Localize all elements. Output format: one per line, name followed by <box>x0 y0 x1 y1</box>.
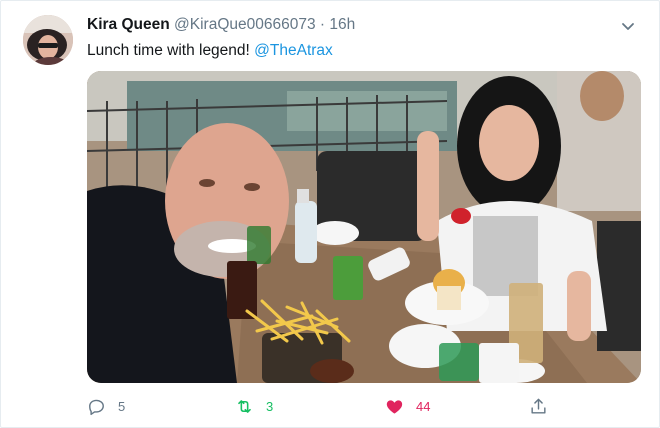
retweet-count: 3 <box>266 398 274 414</box>
author-name[interactable]: Kira Queen <box>87 16 170 33</box>
tweet-card: Kira Queen @KiraQue00666073 · 16h Lunch … <box>0 0 660 428</box>
reply-icon <box>89 399 104 415</box>
share-icon <box>531 398 546 414</box>
retweet-button[interactable]: 3 <box>235 394 273 418</box>
reply-button[interactable]: 5 <box>87 394 125 418</box>
heart-icon <box>386 399 403 414</box>
mention-link[interactable]: @TheAtrax <box>254 42 333 59</box>
avatar[interactable] <box>23 15 73 65</box>
reply-count: 5 <box>118 398 126 414</box>
like-button[interactable]: 44 <box>385 394 430 418</box>
tweet-text-body: Lunch time with legend! <box>87 42 255 59</box>
author-handle[interactable]: @KiraQue00666073 <box>174 16 316 33</box>
like-count: 44 <box>416 398 431 414</box>
avatar-photo <box>23 15 73 65</box>
separator-dot: · <box>319 16 326 33</box>
tweet-photo[interactable] <box>87 71 641 383</box>
tweet-header: Kira Queen @KiraQue00666073 · 16h <box>87 15 355 35</box>
timestamp[interactable]: 16h <box>329 16 355 33</box>
share-button[interactable] <box>529 394 560 418</box>
lunch-photo <box>87 71 641 383</box>
tweet-actions: 5 3 44 <box>87 394 557 418</box>
tweet-text: Lunch time with legend! @TheAtrax <box>87 41 333 61</box>
retweet-icon <box>238 399 251 413</box>
chevron-down-icon[interactable] <box>619 17 637 35</box>
